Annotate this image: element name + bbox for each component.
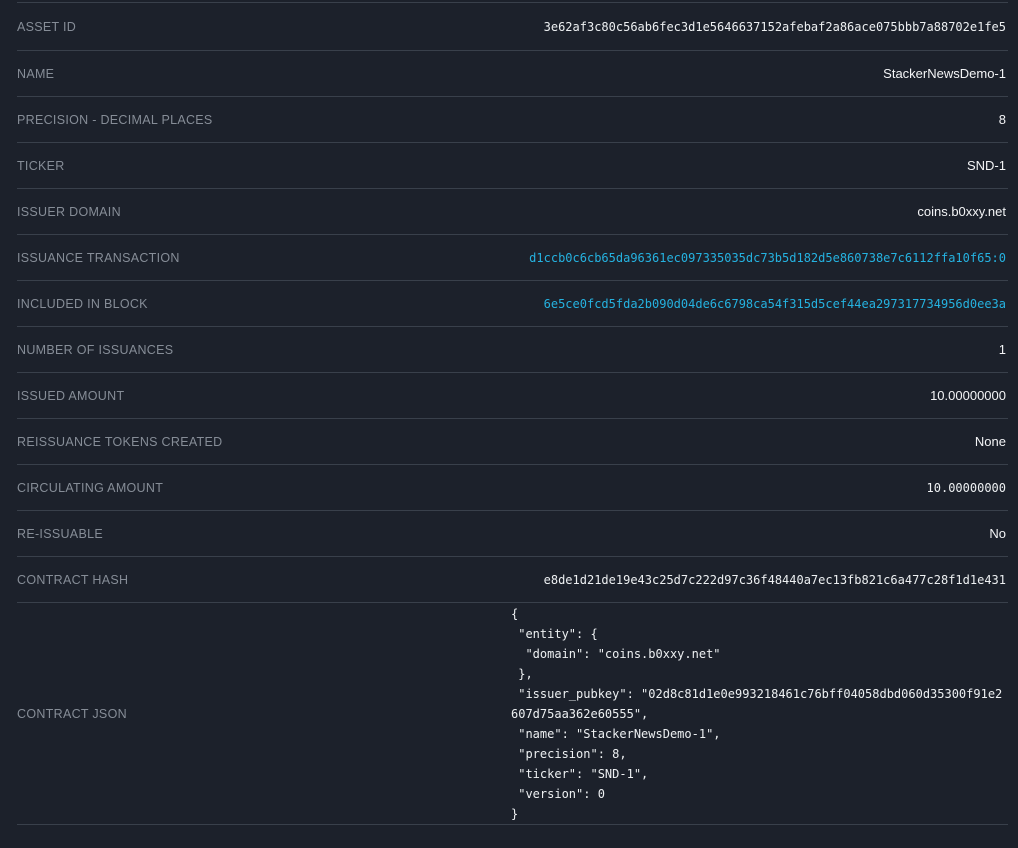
row-name: NAME StackerNewsDemo-1 <box>17 51 1008 97</box>
row-asset-id: ASSET ID 3e62af3c80c56ab6fec3d1e56466371… <box>17 3 1008 51</box>
row-reissuance-tokens: REISSUANCE TOKENS CREATED None <box>17 419 1008 465</box>
contract-json-value: { "entity": { "domain": "coins.b0xxy.net… <box>511 604 1006 824</box>
re-issuable-value: No <box>989 526 1006 541</box>
name-value: StackerNewsDemo-1 <box>883 66 1006 81</box>
issuance-transaction-link[interactable]: d1ccb0c6cb65da96361ec097335035dc73b5d182… <box>529 251 1006 265</box>
issued-amount-label: ISSUED AMOUNT <box>17 389 124 403</box>
contract-json-code: { "entity": { "domain": "coins.b0xxy.net… <box>511 604 1006 824</box>
row-contract-json: CONTRACT JSON { "entity": { "domain": "c… <box>17 603 1008 825</box>
number-of-issuances-value: 1 <box>999 342 1006 357</box>
contract-json-label: CONTRACT JSON <box>17 707 127 721</box>
precision-label: PRECISION - DECIMAL PLACES <box>17 113 213 127</box>
ticker-value: SND-1 <box>967 158 1006 173</box>
circulating-amount-label: CIRCULATING AMOUNT <box>17 481 163 495</box>
row-re-issuable: RE-ISSUABLE No <box>17 511 1008 557</box>
row-number-of-issuances: NUMBER OF ISSUANCES 1 <box>17 327 1008 373</box>
contract-hash-value: e8de1d21de19e43c25d7c222d97c36f48440a7ec… <box>544 573 1006 587</box>
row-ticker: TICKER SND-1 <box>17 143 1008 189</box>
included-in-block-link[interactable]: 6e5ce0fcd5fda2b090d04de6c6798ca54f315d5c… <box>544 297 1006 311</box>
reissuance-tokens-label: REISSUANCE TOKENS CREATED <box>17 435 222 449</box>
issuer-domain-label: ISSUER DOMAIN <box>17 205 121 219</box>
row-contract-hash: CONTRACT HASH e8de1d21de19e43c25d7c222d9… <box>17 557 1008 603</box>
issuance-transaction-label: ISSUANCE TRANSACTION <box>17 251 180 265</box>
included-in-block-label: INCLUDED IN BLOCK <box>17 297 148 311</box>
reissuance-tokens-value: None <box>975 434 1006 449</box>
asset-details-table: ASSET ID 3e62af3c80c56ab6fec3d1e56466371… <box>0 0 1018 848</box>
contract-hash-label: CONTRACT HASH <box>17 573 128 587</box>
precision-value: 8 <box>999 112 1006 127</box>
name-label: NAME <box>17 67 54 81</box>
row-issuance-transaction: ISSUANCE TRANSACTION d1ccb0c6cb65da96361… <box>17 235 1008 281</box>
asset-id-value: 3e62af3c80c56ab6fec3d1e5646637152afebaf2… <box>544 20 1006 34</box>
row-issued-amount: ISSUED AMOUNT 10.00000000 <box>17 373 1008 419</box>
row-included-in-block: INCLUDED IN BLOCK 6e5ce0fcd5fda2b090d04d… <box>17 281 1008 327</box>
circulating-amount-value: 10.00000000 <box>927 481 1006 495</box>
asset-id-label: ASSET ID <box>17 20 76 34</box>
re-issuable-label: RE-ISSUABLE <box>17 527 103 541</box>
issuer-domain-value: coins.b0xxy.net <box>917 204 1006 219</box>
row-circulating-amount: CIRCULATING AMOUNT 10.00000000 <box>17 465 1008 511</box>
ticker-label: TICKER <box>17 159 65 173</box>
number-of-issuances-label: NUMBER OF ISSUANCES <box>17 343 173 357</box>
row-issuer-domain: ISSUER DOMAIN coins.b0xxy.net <box>17 189 1008 235</box>
row-precision: PRECISION - DECIMAL PLACES 8 <box>17 97 1008 143</box>
issued-amount-value: 10.00000000 <box>930 388 1006 403</box>
